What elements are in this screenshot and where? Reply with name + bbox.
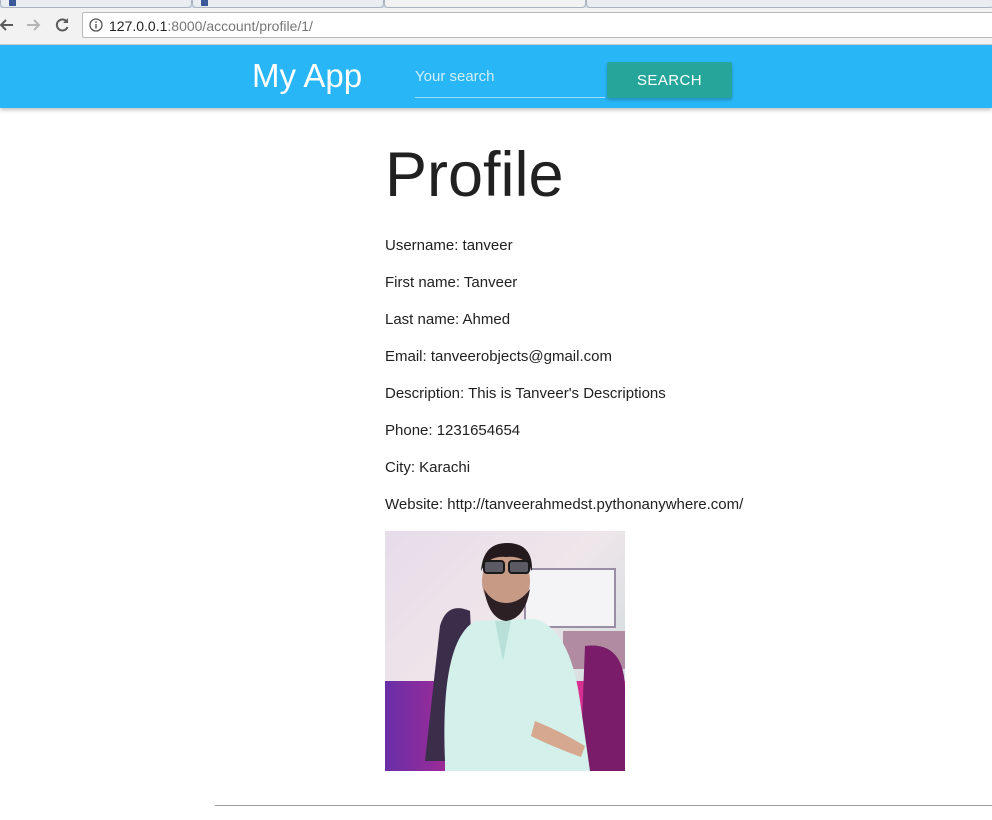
app-navbar: My App SEARCH xyxy=(0,45,992,108)
favicon-icon xyxy=(9,0,16,6)
reload-button[interactable] xyxy=(52,15,72,35)
browser-tab-strip xyxy=(0,0,992,8)
search-button[interactable]: SEARCH xyxy=(607,62,732,98)
reload-icon xyxy=(55,18,69,32)
search-input[interactable] xyxy=(415,64,605,98)
back-button[interactable] xyxy=(0,15,16,35)
page-title: Profile xyxy=(385,140,564,210)
footer-divider xyxy=(215,805,992,806)
url-text[interactable]: 127.0.0.1:8000/account/profile/1/ xyxy=(109,18,313,34)
profile-description: Description: This is Tanveer's Descripti… xyxy=(385,385,666,402)
profile-phone: Phone: 1231654654 xyxy=(385,422,521,439)
forward-arrow-icon xyxy=(27,19,41,31)
profile-website: Website: http://tanveerahmedst.pythonany… xyxy=(385,496,744,513)
address-bar[interactable]: 127.0.0.1:8000/account/profile/1/ xyxy=(82,12,992,38)
favicon-icon xyxy=(201,0,208,6)
browser-tab[interactable] xyxy=(192,0,384,8)
profile-username: Username: tanveer xyxy=(385,237,513,254)
brand-logo[interactable]: My App xyxy=(252,57,362,95)
url-host: 127.0.0.1 xyxy=(109,18,168,34)
browser-tab-active[interactable] xyxy=(384,0,586,8)
profile-first-name: First name: Tanveer xyxy=(385,274,518,291)
profile-section: Profile Username: tanveer First name: Ta… xyxy=(385,138,945,513)
info-icon[interactable] xyxy=(89,18,103,32)
profile-photo xyxy=(385,531,625,771)
browser-toolbar: 127.0.0.1:8000/account/profile/1/ xyxy=(0,8,992,45)
browser-tab[interactable] xyxy=(586,0,992,8)
url-path: :8000/account/profile/1/ xyxy=(167,18,313,34)
profile-last-name: Last name: Ahmed xyxy=(385,311,511,328)
back-arrow-icon xyxy=(0,19,13,31)
profile-city: City: Karachi xyxy=(385,459,471,476)
browser-tab[interactable] xyxy=(0,0,192,8)
forward-button[interactable] xyxy=(24,15,44,35)
profile-email: Email: tanveerobjects@gmail.com xyxy=(385,348,612,365)
